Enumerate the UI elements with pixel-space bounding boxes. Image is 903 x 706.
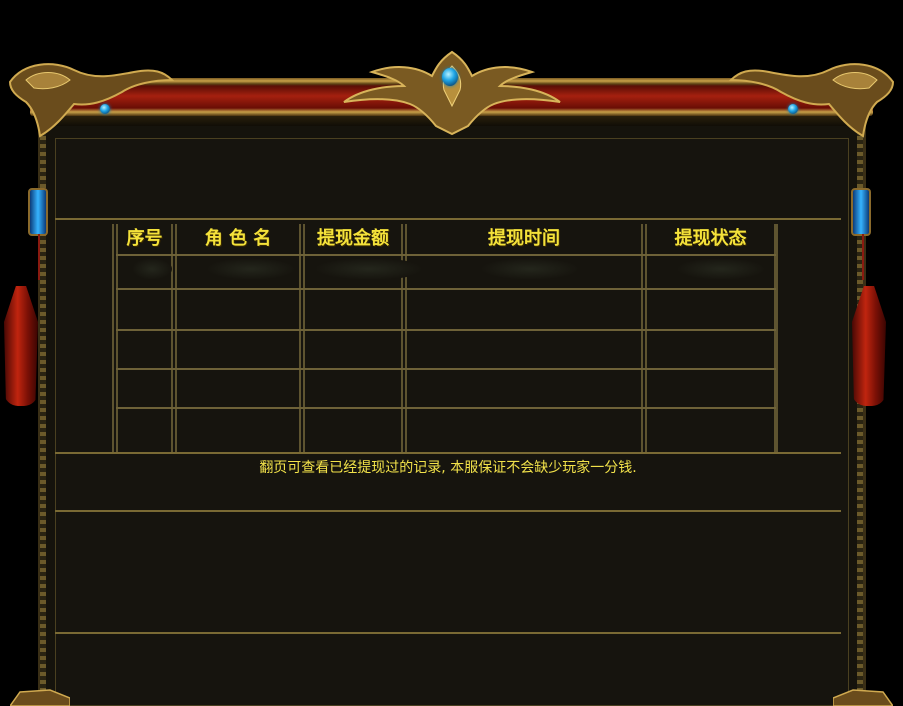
table-row-divider <box>116 368 776 370</box>
column-header-time: 提现时间 <box>488 228 560 249</box>
row-highlight <box>314 258 424 280</box>
gem-icon <box>788 104 798 114</box>
row-highlight <box>132 258 172 280</box>
column-divider <box>401 224 403 452</box>
tassel-icon <box>4 286 38 406</box>
lantern-icon <box>28 188 48 236</box>
column-header-amount: 提现金额 <box>317 228 389 249</box>
column-divider <box>776 224 778 452</box>
dragon-ornament-icon <box>343 50 561 136</box>
withdrawal-window: 序号 角 色 名 提现金额 提现时间 提现状态 翻页可查看已经提现过的记录, 本… <box>0 0 903 706</box>
bottom-right-ornament-icon <box>833 689 893 706</box>
column-divider <box>645 224 647 452</box>
section-separator <box>55 632 841 634</box>
row-highlight <box>480 258 580 280</box>
table-bottom-line <box>55 452 841 454</box>
column-header-status: 提现状态 <box>674 228 747 249</box>
column-divider <box>171 224 173 452</box>
table-top-line <box>55 218 841 220</box>
gem-icon <box>100 104 110 114</box>
column-divider <box>303 224 305 452</box>
column-divider <box>641 224 643 452</box>
lantern-icon <box>851 188 871 236</box>
column-header-index: 序号 <box>126 228 163 249</box>
table-row-divider <box>116 407 776 409</box>
column-divider <box>112 224 114 452</box>
column-divider <box>405 224 407 452</box>
tassel-cord <box>38 234 40 280</box>
row-highlight <box>676 258 766 280</box>
right-corner-ornament-icon <box>729 63 895 138</box>
withdrawal-table: 序号 角 色 名 提现金额 提现时间 提现状态 <box>112 224 778 452</box>
pagination-notice: 翻页可查看已经提现过的记录, 本服保证不会缺少玩家一分钱. <box>259 460 637 476</box>
left-corner-ornament-icon <box>8 63 174 138</box>
row-highlight <box>206 258 296 280</box>
column-divider <box>175 224 177 452</box>
tassel-cord <box>862 234 864 280</box>
table-row-divider <box>116 288 776 290</box>
column-divider <box>299 224 301 452</box>
section-separator <box>55 510 841 512</box>
gem-icon <box>442 68 458 86</box>
column-divider <box>116 224 118 452</box>
table-row-divider <box>116 254 776 256</box>
bottom-left-ornament-icon <box>10 689 70 706</box>
table-row-divider <box>116 329 776 331</box>
column-header-role-name: 角 色 名 <box>204 228 272 249</box>
